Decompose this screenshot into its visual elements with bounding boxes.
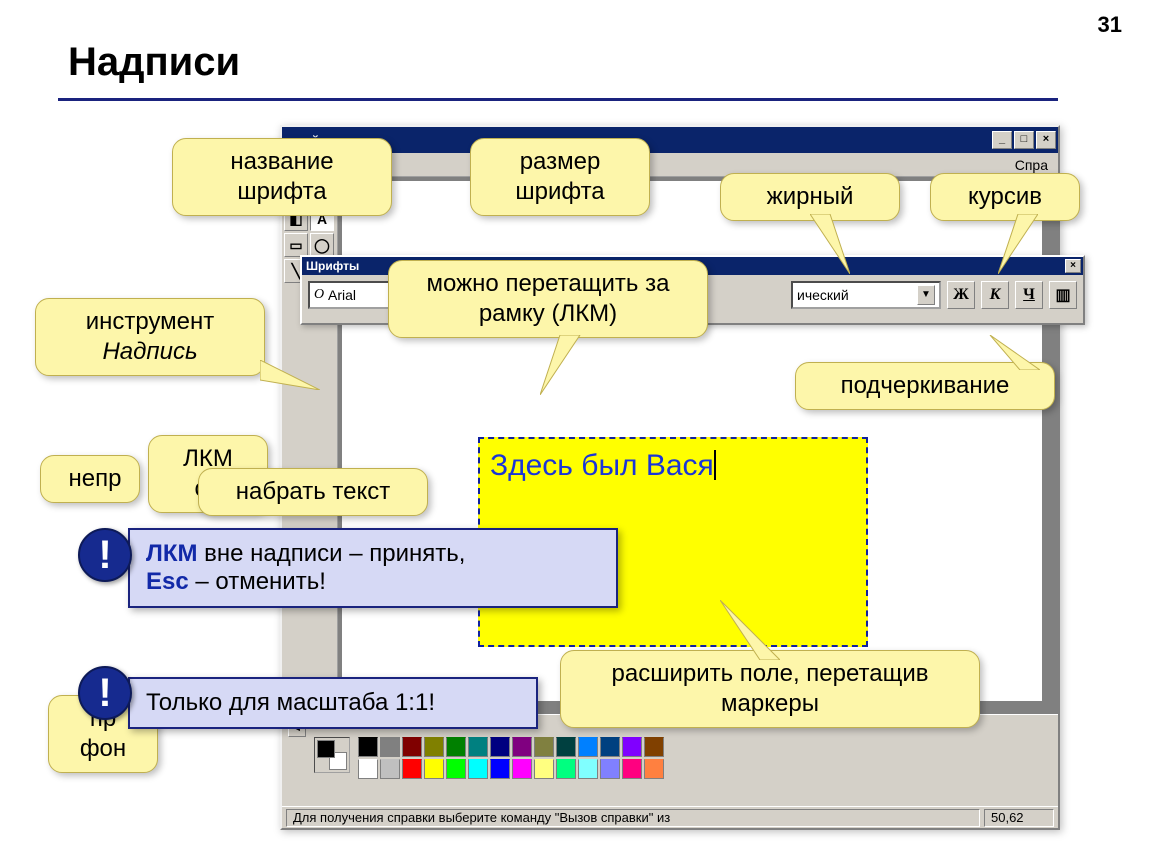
info-scale-only: Только для масштаба 1:1! (128, 677, 538, 729)
statusbar: Для получения справки выберите команду "… (282, 806, 1058, 828)
palette-swatch[interactable] (490, 737, 510, 757)
bold-button[interactable]: Ж (947, 281, 975, 309)
callout-font-name: название шрифта (172, 138, 392, 216)
callout-text-tool: инструментНадпись (35, 298, 265, 376)
callout-pointer-icon (810, 214, 850, 274)
palette-swatch[interactable] (358, 759, 378, 779)
callout-pointer-icon (540, 335, 590, 395)
italic-button[interactable]: К (981, 281, 1009, 309)
palette-swatch[interactable] (424, 737, 444, 757)
tool-rect[interactable]: ▭ (284, 233, 308, 257)
palette-swatch[interactable] (556, 759, 576, 779)
minimize-button[interactable]: _ (992, 131, 1012, 149)
palette-swatch[interactable] (644, 759, 664, 779)
palette-swatch[interactable] (358, 737, 378, 757)
status-text: Для получения справки выберите команду "… (286, 809, 980, 827)
font-toolbar-close-button[interactable]: × (1065, 259, 1081, 273)
warning-badge-icon: ! (78, 528, 132, 582)
callout-expand-field: расширить поле, перетащив маркеры (560, 650, 980, 728)
underline-button[interactable]: Ч (1015, 281, 1043, 309)
palette-swatch[interactable] (468, 759, 488, 779)
chevron-down-icon[interactable]: ▼ (917, 285, 935, 305)
text-box-content: Здесь был Вася (490, 449, 714, 482)
tool-ellipse[interactable]: ◯ (310, 233, 334, 257)
palette-swatch[interactable] (622, 737, 642, 757)
palette-swatch[interactable] (512, 759, 532, 779)
palette-swatch[interactable] (380, 737, 400, 757)
callout-drag-frame: можно перетащить за рамку (ЛКМ) (388, 260, 708, 338)
page-number: 31 (1098, 12, 1122, 38)
palette-swatch[interactable] (622, 759, 642, 779)
palette-swatch[interactable] (600, 737, 620, 757)
palette-swatch[interactable] (424, 759, 444, 779)
palette-swatch[interactable] (490, 759, 510, 779)
palette-swatch[interactable] (644, 737, 664, 757)
callout-pointer-icon (260, 360, 320, 390)
warning-badge-icon: ! (78, 666, 132, 720)
palette-swatch[interactable] (402, 737, 422, 757)
callout-type-text: набрать текст (198, 468, 428, 516)
font-style-select[interactable]: ический ▼ (791, 281, 941, 309)
maximize-button[interactable]: □ (1014, 131, 1034, 149)
palette-swatch[interactable] (446, 759, 466, 779)
font-name-value: Arial (328, 287, 356, 303)
font-style-value: ический (797, 287, 849, 303)
callout-font-size: размер шрифта (470, 138, 650, 216)
palette-swatch[interactable] (380, 759, 400, 779)
palette-swatch[interactable] (556, 737, 576, 757)
font-toolbar-title-text: Шрифты (306, 259, 359, 273)
text-cursor-icon (714, 450, 716, 480)
palette-swatch[interactable] (468, 737, 488, 757)
callout-pointer-icon (720, 600, 780, 660)
fg-bg-indicator[interactable] (314, 737, 350, 773)
palette-swatch[interactable] (534, 759, 554, 779)
window-titlebar: нный - _ □ × (282, 127, 1058, 153)
close-button[interactable]: × (1036, 131, 1056, 149)
palette-swatch[interactable] (600, 759, 620, 779)
palette-swatch[interactable] (534, 737, 554, 757)
palette-swatch[interactable] (578, 759, 598, 779)
palette-swatch[interactable] (446, 737, 466, 757)
palette-swatch[interactable] (512, 737, 532, 757)
fg-color (317, 740, 335, 758)
font-extra-button[interactable]: ▥ (1049, 281, 1077, 309)
color-palette (358, 737, 664, 779)
status-coords: 50,62 (984, 809, 1054, 827)
title-rule (58, 98, 1058, 101)
slide-title: Надписи (68, 40, 240, 85)
callout-nep-fragment: непр (40, 455, 140, 503)
callout-pointer-icon (998, 214, 1038, 274)
palette-swatch[interactable] (578, 737, 598, 757)
callout-pointer-icon (960, 335, 1040, 370)
info-accept-cancel: ЛКМ вне надписи – принять, Esc – отменит… (128, 528, 618, 608)
palette-swatch[interactable] (402, 759, 422, 779)
menu-item-help-frag[interactable]: Спра (1015, 157, 1048, 173)
